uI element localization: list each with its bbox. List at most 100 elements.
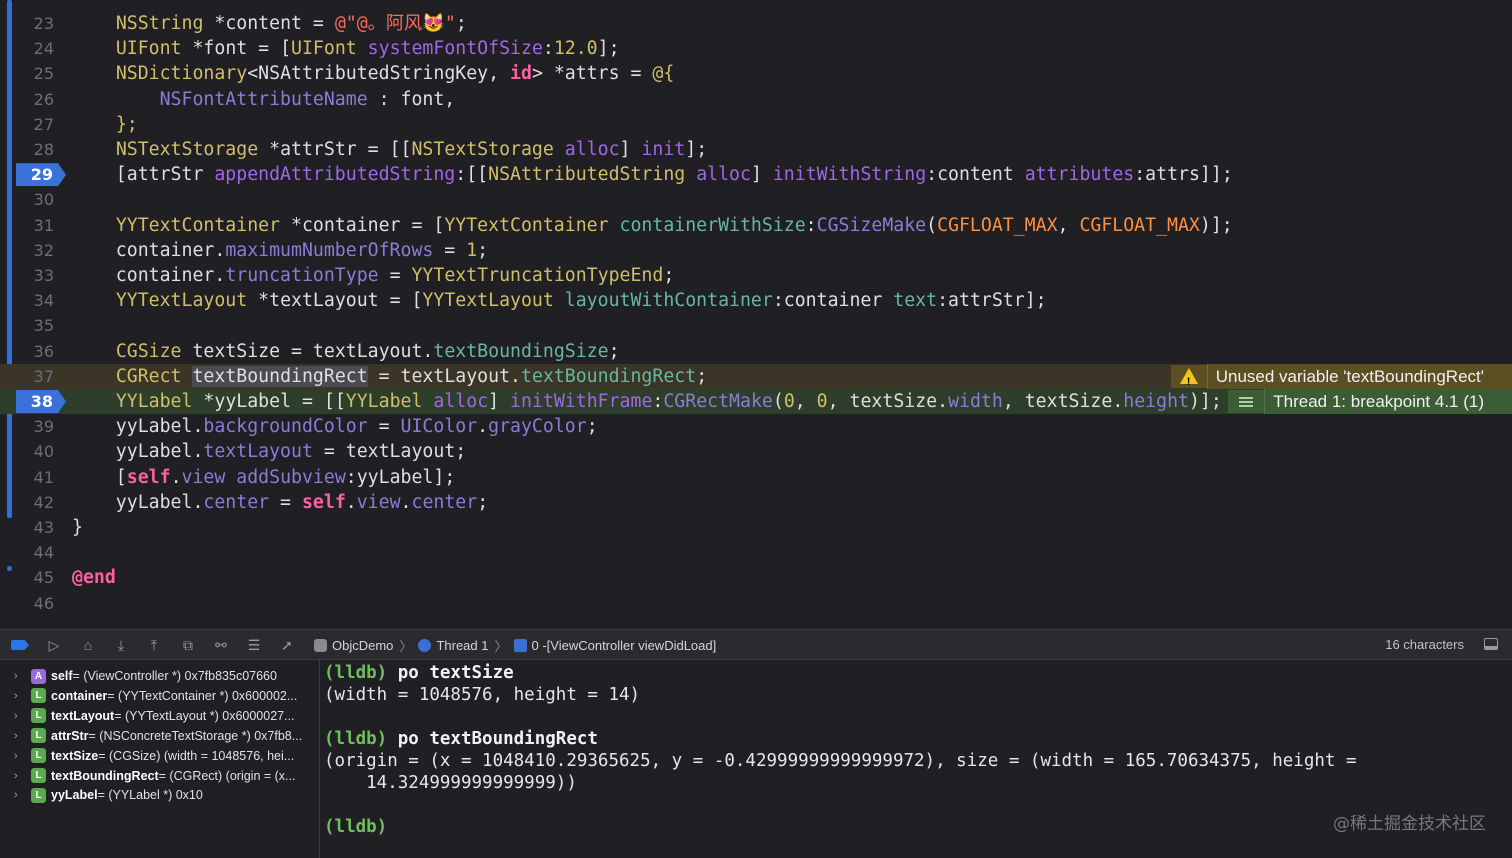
chevron-right-icon[interactable]: › [14,770,28,782]
code-line-30[interactable]: 30 [0,187,1512,212]
code-line-34[interactable]: 34 YYTextLayout *textLayout = [YYTextLay… [0,288,1512,313]
code-line-31[interactable]: 31 YYTextContainer *container = [YYTextC… [0,213,1512,238]
code-text[interactable]: YYTextContainer *container = [YYTextCont… [72,213,1233,238]
code-line-40[interactable]: 40 yyLabel.textLayout = textLayout; [0,439,1512,464]
continue-icon[interactable]: ▷ [44,636,64,654]
variable-row[interactable]: › LtextBoundingRect = (CGRect) (origin = … [0,766,319,786]
line-number[interactable]: 42 [14,490,54,515]
memory-graph-icon[interactable]: ⚯ [211,636,231,654]
code-line-44[interactable]: 44 [0,540,1512,565]
line-number[interactable]: 27 [14,112,54,137]
code-text[interactable]: [attrStr appendAttributedString:[[NSAttr… [72,162,1233,187]
line-number[interactable]: 35 [14,313,54,338]
line-number[interactable]: 33 [14,263,54,288]
code-text[interactable]: yyLabel.backgroundColor = UIColor.grayCo… [72,414,598,439]
line-number[interactable]: 46 [14,591,54,616]
code-line-28[interactable]: 28 NSTextStorage *attrStr = [[NSTextStor… [0,137,1512,162]
code-text[interactable]: }; [72,112,138,137]
breakpoint-marker[interactable]: 29 [16,163,66,187]
breakpoints-toggle-button[interactable] [11,640,29,650]
code-text[interactable]: yyLabel.center = self.view.center; [72,490,488,515]
chevron-right-icon[interactable]: › [14,690,28,702]
line-number[interactable]: 29 [16,163,53,186]
environment-overrides-icon[interactable]: ☰ [244,636,264,654]
chevron-right-icon[interactable]: › [14,750,28,762]
code-text[interactable]: } [72,515,83,540]
code-line-42[interactable]: 42 yyLabel.center = self.view.center; [0,490,1512,515]
view-hierarchy-icon[interactable]: ⧉ [178,636,198,654]
crumb-thread[interactable]: Thread 1 [418,638,488,653]
code-text[interactable]: container.truncationType = YYTextTruncat… [72,263,675,288]
code-text[interactable]: CGRect textBoundingRect = textLayout.tex… [72,364,707,389]
code-line-29[interactable]: 29 [attrStr appendAttributedString:[[NSA… [0,162,1512,187]
toggle-panel-icon[interactable] [1484,638,1498,650]
line-number[interactable]: 39 [14,414,54,439]
code-line-23[interactable]: 23 NSString *content = @"@。阿风😻"; [0,11,1512,36]
code-line-27[interactable]: 27 }; [0,112,1512,137]
code-text[interactable]: yyLabel.textLayout = textLayout; [72,439,466,464]
line-number[interactable]: 38 [16,390,53,413]
code-line-25[interactable]: 25 NSDictionary<NSAttributedStringKey, i… [0,61,1512,86]
breakpoint-marker[interactable]: 38 [16,390,66,413]
line-number[interactable]: 25 [14,61,54,86]
line-number[interactable]: 43 [14,515,54,540]
simulate-location-icon[interactable]: ➚ [277,636,297,654]
code-editor[interactable]: 23 NSString *content = @"@。阿风😻"; 24 UIFon… [0,0,1512,629]
console-prompt[interactable]: (lldb) [324,816,387,838]
code-text[interactable]: NSDictionary<NSAttributedStringKey, id> … [72,61,674,86]
step-out-icon[interactable]: ⤒ [144,636,164,654]
code-text[interactable]: CGSize textSize = textLayout.textBoundin… [72,339,620,364]
code-text[interactable]: NSFontAttributeName : font, [72,87,456,112]
chevron-right-icon[interactable]: › [14,670,28,682]
line-number[interactable]: 23 [14,11,54,36]
line-number[interactable]: 31 [14,213,54,238]
code-line-43[interactable]: 43} [0,515,1512,540]
code-text[interactable]: NSString *content = @"@。阿风😻"; [72,11,467,36]
code-text[interactable]: YYLabel *yyLabel = [[YYLabel alloc] init… [72,389,1222,414]
code-line-35[interactable]: 35 [0,313,1512,338]
line-number[interactable]: 45 [14,565,54,590]
line-number[interactable]: 34 [14,288,54,313]
step-into-icon[interactable]: ⤓ [111,636,131,654]
line-number[interactable]: 32 [14,238,54,263]
crumb-app[interactable]: ObjcDemo [314,638,393,653]
code-line-46[interactable]: 46 [0,591,1512,616]
line-number[interactable]: 36 [14,339,54,364]
code-text[interactable]: NSTextStorage *attrStr = [[NSTextStorage… [72,137,707,162]
variable-row[interactable]: › LtextSize = (CGSize) (width = 1048576, … [0,746,319,766]
line-number[interactable]: 41 [14,465,54,490]
code-text[interactable]: [self.view addSubview:yyLabel]; [72,465,455,490]
line-number[interactable]: 24 [14,36,54,61]
variable-row[interactable]: › LtextLayout = (YYTextLayout *) 0x600002… [0,706,319,726]
code-text[interactable]: UIFont *font = [UIFont systemFontOfSize:… [72,36,620,61]
variable-row[interactable]: › LattrStr = (NSConcreteTextStorage *) 0x… [0,726,319,746]
line-number[interactable]: 28 [14,137,54,162]
code-line-37[interactable]: 37 CGRect textBoundingRect = textLayout.… [0,363,1512,395]
chevron-right-icon[interactable]: › [14,710,28,722]
variable-row[interactable]: › Aself = (ViewController *) 0x7fb835c076… [0,666,319,686]
step-over-icon[interactable]: ⌂ [78,636,98,654]
line-number[interactable]: 26 [14,87,54,112]
code-line-24[interactable]: 24 UIFont *font = [UIFont systemFontOfSi… [0,36,1512,61]
line-number[interactable]: 40 [14,439,54,464]
line-number[interactable]: 44 [14,540,54,565]
line-number[interactable]: 30 [14,187,54,212]
code-line-32[interactable]: 32 container.maximumNumberOfRows = 1; [0,238,1512,263]
breakpoint-annotation[interactable]: Thread 1: breakpoint 4.1 (1) [1228,389,1512,414]
chevron-right-icon[interactable]: › [14,730,28,742]
code-text[interactable]: container.maximumNumberOfRows = 1; [72,238,488,263]
chevron-right-icon[interactable]: › [14,789,28,801]
code-line-26[interactable]: 26 NSFontAttributeName : font, [0,87,1512,112]
crumb-frame[interactable]: 0 -[ViewController viewDidLoad] [513,638,716,653]
variables-view[interactable]: › Aself = (ViewController *) 0x7fb835c076… [0,660,320,858]
code-text[interactable]: YYTextLayout *textLayout = [YYTextLayout… [72,288,1047,313]
variable-row[interactable]: › Lcontainer = (YYTextContainer *) 0x6000… [0,686,319,706]
code-line-33[interactable]: 33 container.truncationType = YYTextTrun… [0,263,1512,288]
code-line-36[interactable]: 36 CGSize textSize = textLayout.textBoun… [0,339,1512,364]
code-text[interactable]: @end [72,565,116,590]
warning-annotation[interactable]: Unused variable 'textBoundingRect' [1170,363,1512,395]
code-line-39[interactable]: 39 yyLabel.backgroundColor = UIColor.gra… [0,414,1512,439]
line-number[interactable]: 37 [14,364,54,389]
code-line-38[interactable]: 38 YYLabel *yyLabel = [[YYLabel alloc] i… [0,389,1512,414]
code-line-41[interactable]: 41 [self.view addSubview:yyLabel]; [0,465,1512,490]
